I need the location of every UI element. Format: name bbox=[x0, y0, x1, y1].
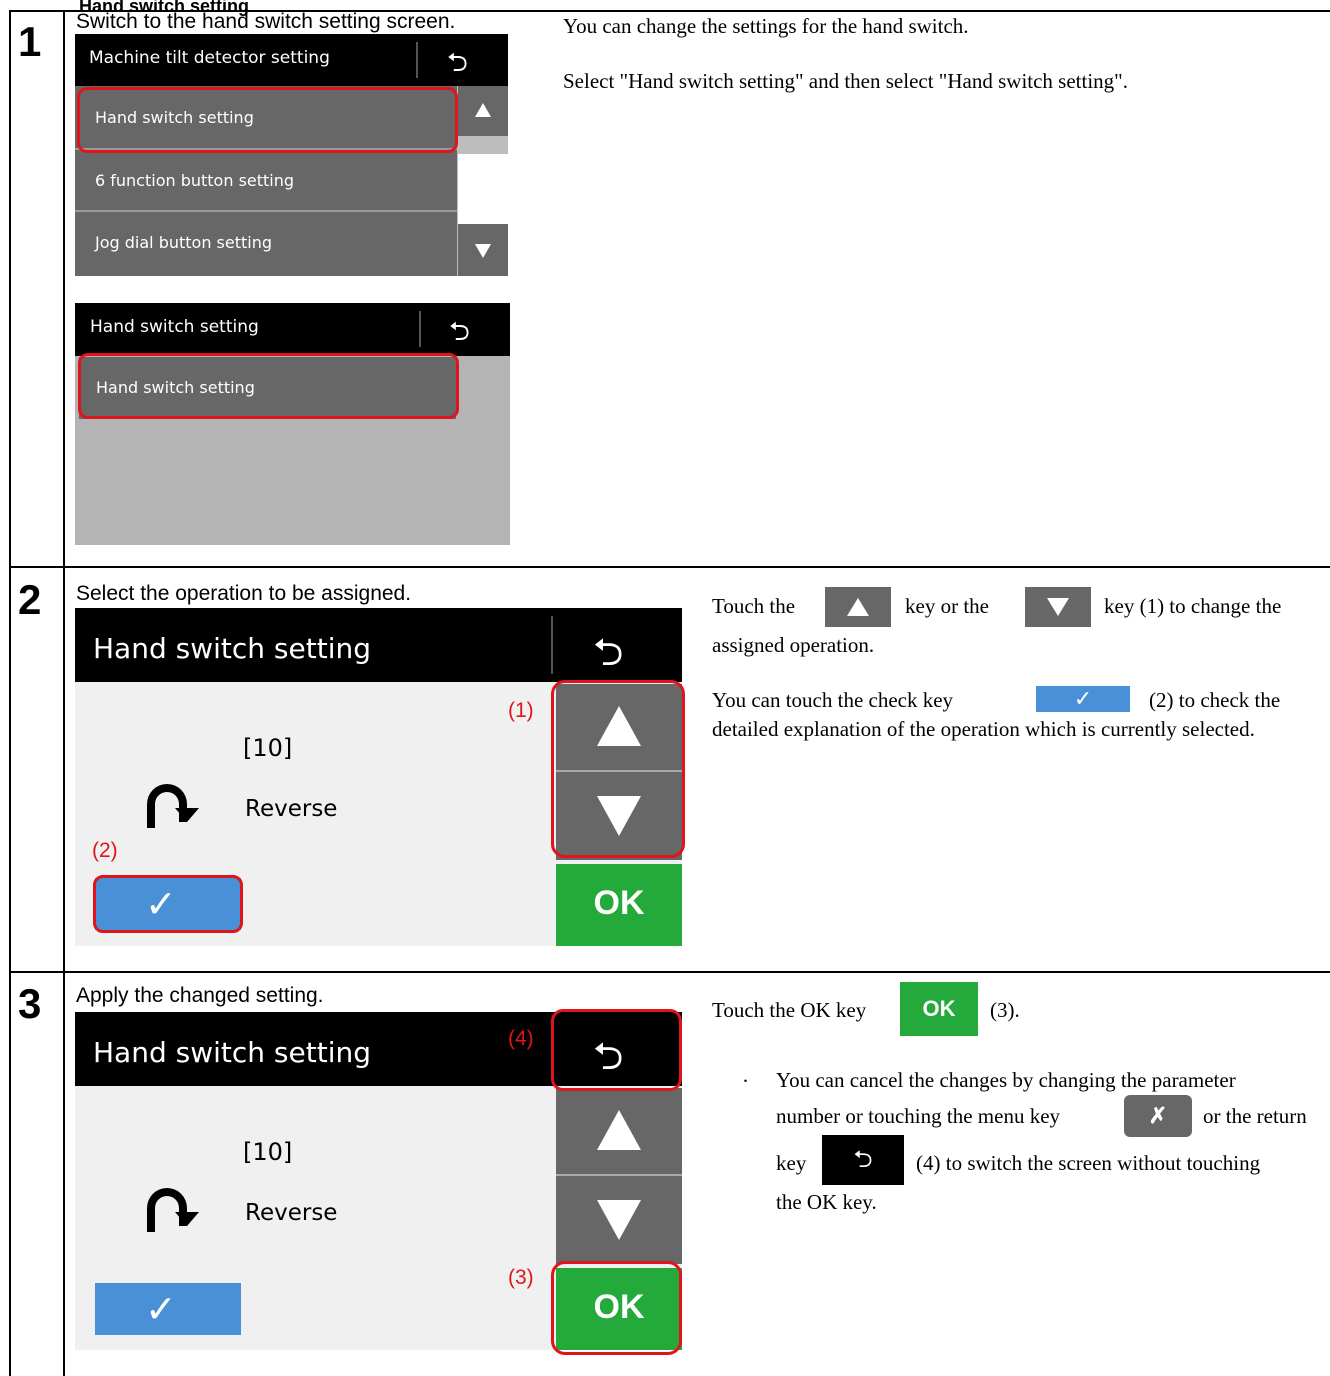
list-item-jog-dial[interactable]: Jog dial button setting bbox=[75, 212, 457, 276]
check-key-icon: ✓ bbox=[1036, 686, 1130, 712]
down-key-icon bbox=[1025, 587, 1091, 627]
step-description: number or touching the menu key ✗ or the… bbox=[776, 1095, 1326, 1139]
description-text: Touch the OK key bbox=[712, 998, 867, 1022]
highlight-box bbox=[93, 875, 243, 933]
header-divider bbox=[419, 311, 421, 347]
scroll-down-button[interactable] bbox=[458, 224, 508, 276]
highlight-box bbox=[551, 1009, 682, 1091]
list-item-6-function[interactable]: 6 function button setting bbox=[75, 150, 457, 212]
step-number: 1 bbox=[18, 18, 42, 65]
step-description: You can change the settings for the hand… bbox=[563, 14, 969, 38]
table-divider-row2 bbox=[9, 971, 1330, 973]
step-caption: Select the operation to be assigned. bbox=[76, 582, 412, 605]
description-text: (4) to switch the screen without touchin… bbox=[916, 1151, 1261, 1175]
step-description: Select "Hand switch setting" and then se… bbox=[563, 69, 1129, 93]
list-item-label: 6 function button setting bbox=[95, 171, 295, 190]
parameter-number: [10] bbox=[243, 734, 293, 762]
list-item-label: Jog dial button setting bbox=[95, 233, 273, 252]
step-description: detailed explanation of the operation wh… bbox=[712, 717, 1255, 741]
table-divider-row1 bbox=[9, 566, 1330, 568]
screen-title: Hand switch setting bbox=[90, 317, 259, 337]
scrollbar-track[interactable] bbox=[458, 136, 508, 224]
marker-label: (1) bbox=[508, 699, 534, 722]
step-description: You can touch the check key ✓ (2) to che… bbox=[712, 684, 1326, 716]
screen-machine-tilt-menu: Machine tilt detector setting ⮌ Hand swi… bbox=[75, 34, 508, 276]
table-border-left bbox=[9, 10, 11, 1376]
description-text: key or the bbox=[905, 594, 989, 618]
screen-title: Hand switch setting bbox=[93, 1036, 371, 1069]
step-description: You can cancel the changes by changing t… bbox=[776, 1068, 1236, 1092]
description-text: key bbox=[776, 1151, 807, 1175]
return-icon[interactable]: ⮌ bbox=[447, 44, 468, 88]
down-arrow-icon bbox=[597, 1200, 641, 1240]
highlight-box bbox=[551, 1261, 682, 1355]
reverse-icon bbox=[143, 1184, 203, 1234]
down-arrow-icon bbox=[475, 244, 491, 258]
highlight-box bbox=[78, 353, 459, 419]
parameter-number: [10] bbox=[243, 1138, 293, 1166]
operation-name: Reverse bbox=[245, 796, 338, 822]
return-key-icon: ⮌ bbox=[822, 1135, 904, 1185]
description-text: (3). bbox=[990, 998, 1020, 1022]
description-text: (2) to check the bbox=[1149, 688, 1281, 712]
marker-label: (2) bbox=[92, 839, 118, 862]
header-divider bbox=[416, 42, 418, 78]
highlight-box bbox=[551, 680, 685, 858]
operation-name: Reverse bbox=[245, 1200, 338, 1226]
description-text: number or touching the menu key bbox=[776, 1104, 1061, 1128]
header-divider bbox=[551, 616, 553, 674]
bullet: · bbox=[742, 1069, 749, 1093]
screen-header: Hand switch setting ⮌ bbox=[75, 303, 510, 356]
description-text: You can touch the check key bbox=[712, 688, 954, 712]
step-description: key ⮌ (4) to switch the screen without t… bbox=[776, 1135, 1326, 1185]
scroll-up-button[interactable] bbox=[458, 86, 508, 136]
up-key-icon bbox=[825, 587, 891, 627]
highlight-box bbox=[77, 87, 458, 153]
description-text: key (1) to change the bbox=[1104, 594, 1282, 618]
description-text: Touch the bbox=[712, 594, 796, 618]
ok-label: OK bbox=[593, 884, 645, 922]
step-description: Touch the OK key OK (3). bbox=[712, 982, 1326, 1038]
menu-key-icon: ✗ bbox=[1124, 1095, 1192, 1137]
ok-key[interactable]: OK bbox=[556, 864, 682, 946]
step-number: 2 bbox=[18, 576, 42, 623]
description-text: or the return bbox=[1203, 1104, 1307, 1128]
step-caption: Apply the changed setting. bbox=[76, 984, 324, 1007]
screen-title: Machine tilt detector setting bbox=[89, 48, 330, 68]
ok-key-icon: OK bbox=[900, 982, 978, 1036]
screen-hand-switch-menu: Hand switch setting ⮌ Hand switch settin… bbox=[75, 303, 510, 545]
step-caption: Switch to the hand switch setting screen… bbox=[76, 10, 456, 33]
table-divider-col bbox=[63, 10, 65, 1376]
step-number: 3 bbox=[18, 980, 42, 1027]
up-arrow-icon bbox=[597, 1110, 641, 1150]
return-icon[interactable]: ⮌ bbox=[449, 313, 470, 357]
step-description: assigned operation. bbox=[712, 633, 875, 657]
check-icon: ✓ bbox=[145, 1287, 177, 1331]
check-key[interactable]: ✓ bbox=[95, 1283, 241, 1335]
marker-label: (4) bbox=[508, 1027, 534, 1050]
step-description: the OK key. bbox=[776, 1190, 877, 1214]
marker-label: (3) bbox=[508, 1266, 534, 1289]
screen-header: Machine tilt detector setting ⮌ bbox=[75, 34, 508, 86]
reverse-icon bbox=[143, 780, 203, 830]
up-arrow-icon bbox=[475, 103, 491, 117]
down-key[interactable] bbox=[556, 1176, 682, 1264]
step-description: Touch the key or the key (1) to change t… bbox=[712, 587, 1326, 630]
screen-header: Hand switch setting ⮌ bbox=[75, 608, 682, 682]
up-key[interactable] bbox=[556, 1088, 682, 1176]
screen-title: Hand switch setting bbox=[93, 632, 371, 665]
